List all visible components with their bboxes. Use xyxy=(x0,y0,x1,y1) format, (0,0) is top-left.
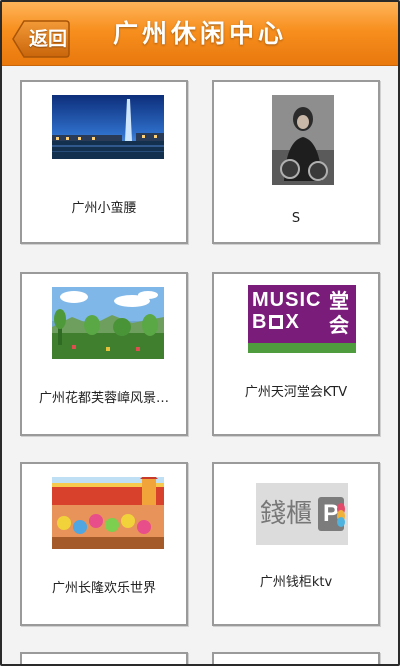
venue-thumbnail: 錢櫃 P xyxy=(256,483,348,545)
logo-text-x: X xyxy=(285,311,300,333)
logo-char-1: 堂 xyxy=(329,289,349,313)
venue-card[interactable]: MUSIC BX 堂 会 广州天河堂会KTV xyxy=(212,272,380,436)
app-frame: 返回 广州休闲中心 广州小蛮腰 S 广州花都芙蓉嶂风景… MUSIC B X 堂… xyxy=(0,0,400,666)
venue-name: 广州钱柜ktv xyxy=(259,575,333,590)
venue-card[interactable]: 广州花都芙蓉嶂风景… xyxy=(20,272,188,436)
venue-name: 广州天河堂会KTV xyxy=(244,385,348,400)
logo-text-music: MUSIC xyxy=(252,289,322,311)
logo-box-icon xyxy=(269,315,284,329)
venue-thumbnail xyxy=(52,477,164,549)
qiangui-color-flame-icon xyxy=(337,503,345,527)
music-box-logo: MUSIC BX xyxy=(252,289,324,339)
qiangui-logo-text: 錢櫃 xyxy=(260,499,313,529)
venue-card-partial[interactable] xyxy=(212,652,380,664)
venue-name: S xyxy=(291,211,301,226)
venue-card[interactable]: 錢櫃 P 广州钱柜ktv xyxy=(212,462,380,626)
header-bar: 返回 广州休闲中心 xyxy=(2,2,398,66)
venue-name: 广州花都芙蓉嶂风景… xyxy=(38,391,169,406)
logo-char-2: 会 xyxy=(329,313,349,337)
logo-tagline-bar xyxy=(248,343,356,353)
venue-card-partial[interactable] xyxy=(20,652,188,664)
venue-thumbnail: MUSIC BX 堂 会 xyxy=(248,285,356,353)
venue-name: 广州长隆欢乐世界 xyxy=(51,581,156,596)
venue-thumbnail xyxy=(272,95,334,185)
venue-card[interactable]: 广州长隆欢乐世界 xyxy=(20,462,188,626)
venue-card[interactable]: 广州小蛮腰 xyxy=(20,80,188,244)
logo-chinese: 堂 会 xyxy=(326,289,352,339)
venue-card[interactable]: S xyxy=(212,80,380,244)
venue-name: 广州小蛮腰 xyxy=(71,201,137,216)
logo-text-b: B xyxy=(252,311,268,333)
venue-grid: 广州小蛮腰 S 广州花都芙蓉嶂风景… MUSIC B X 堂 会 广州天河堂会K… xyxy=(2,66,398,664)
venue-thumbnail xyxy=(52,95,164,159)
venue-thumbnail xyxy=(52,287,164,359)
page-title: 广州休闲中心 xyxy=(112,19,287,48)
